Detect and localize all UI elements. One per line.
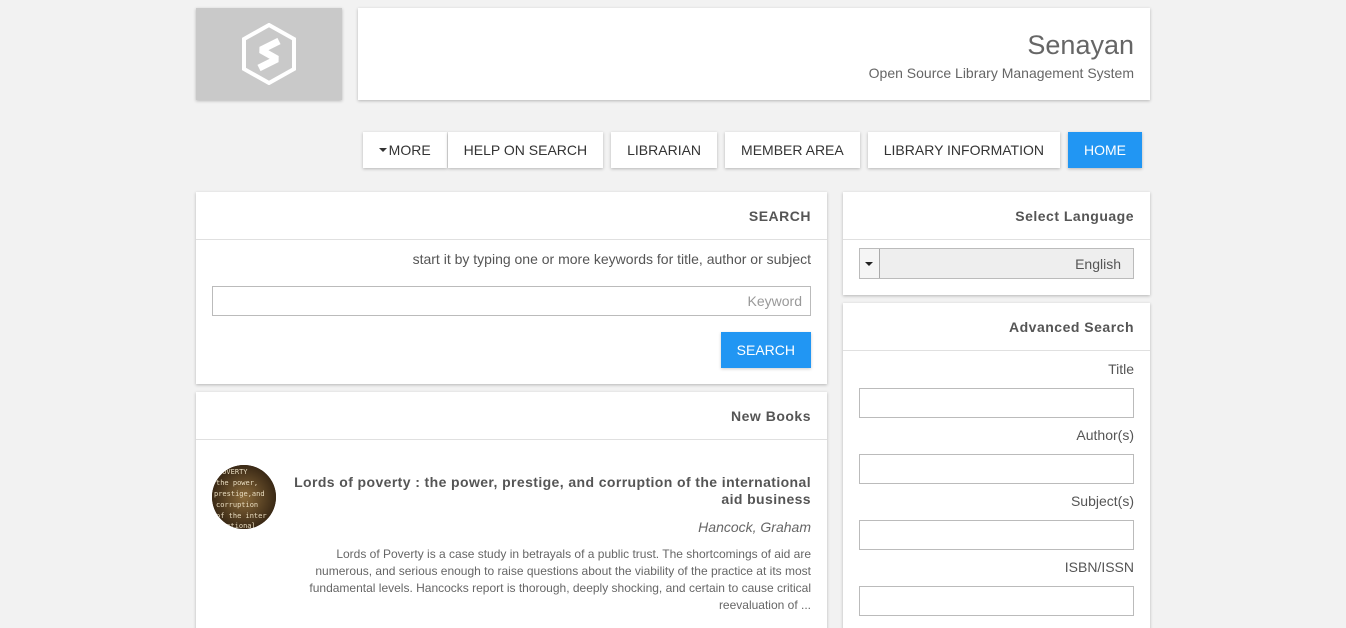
isbn-input[interactable] (859, 586, 1134, 616)
svg-text:the power,: the power, (216, 479, 258, 487)
title-input[interactable] (859, 388, 1134, 418)
subject-label: Subject(s) (1070, 493, 1134, 509)
svg-text:prestige,and: prestige,and (214, 490, 265, 498)
language-select[interactable]: English (859, 248, 1134, 279)
svg-text:POVERTY: POVERTY (218, 468, 248, 476)
new-books-heading: New Books (196, 392, 827, 440)
book-cover-art: POVERTY the power, prestige,and corrupti… (212, 465, 276, 529)
caret-down-icon (378, 148, 387, 152)
language-card: Select Language English (843, 192, 1150, 295)
brand-header: Senayan Open Source Library Management S… (358, 8, 1150, 100)
title-label: Title (1108, 361, 1134, 377)
isbn-label: ISBN/ISSN (1064, 559, 1134, 575)
svg-text:of the inter: of the inter (216, 512, 267, 520)
svg-text:national: national (222, 522, 256, 529)
advanced-search-card: Advanced Search Title Author(s) Subject(… (843, 303, 1150, 628)
slims-logo-icon (242, 23, 296, 85)
logo[interactable] (196, 8, 342, 100)
book-author: Hancock, Graham (698, 519, 811, 535)
book-title-link[interactable]: Lords of poverty : the power, prestige, … (281, 474, 811, 508)
search-hint: start it by typing one or more keywords … (412, 251, 811, 267)
nav-librarian[interactable]: LIBRARIAN (611, 132, 718, 168)
site-subtitle: Open Source Library Management System (868, 65, 1134, 81)
search-button[interactable]: SEARCH (720, 332, 811, 368)
nav-library-information[interactable]: LIBRARY INFORMATION (867, 132, 1060, 168)
new-books-card: New Books POVERTY the power, prestige,an… (196, 392, 827, 628)
main-nav: MORE HELP ON SEARCH LIBRARIAN MEMBER ARE… (362, 132, 1142, 168)
nav-help-on-search[interactable]: HELP ON SEARCH (447, 132, 604, 168)
search-card: SEARCH start it by typing one or more ke… (196, 192, 827, 384)
nav-more-button[interactable]: MORE (362, 132, 447, 168)
dropdown-arrow-icon[interactable] (860, 249, 880, 278)
site-title: Senayan (1027, 30, 1134, 60)
subject-input[interactable] (859, 520, 1134, 550)
author-label: Author(s) (1076, 427, 1134, 443)
search-heading: SEARCH (196, 192, 827, 240)
advanced-search-heading: Advanced Search (843, 303, 1150, 351)
language-selected-value: English (1075, 256, 1121, 272)
nav-member-area[interactable]: MEMBER AREA (725, 132, 860, 168)
book-cover-image[interactable]: POVERTY the power, prestige,and corrupti… (212, 465, 276, 529)
keyword-input[interactable]: Keyword (212, 286, 811, 316)
nav-more-label: MORE (388, 142, 431, 158)
nav-home[interactable]: HOME (1068, 132, 1142, 168)
author-input[interactable] (859, 454, 1134, 484)
language-heading: Select Language (843, 192, 1150, 240)
book-description: Lords of Poverty is a case study in betr… (309, 547, 811, 612)
svg-text:corruption: corruption (216, 501, 258, 509)
